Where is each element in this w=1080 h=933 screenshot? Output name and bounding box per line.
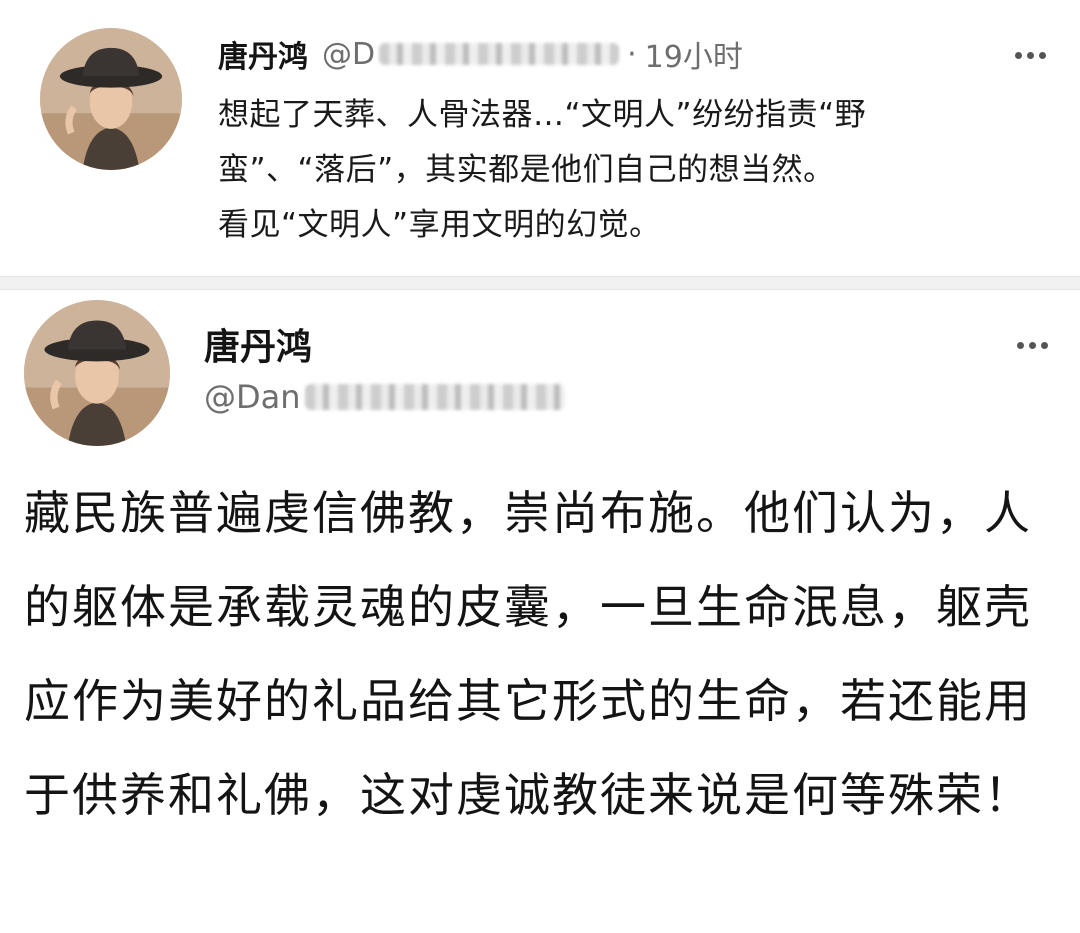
avatar-photo: [40, 28, 182, 170]
author-avatar[interactable]: [24, 300, 170, 446]
author-name[interactable]: 唐丹鸿: [204, 318, 312, 370]
author-avatar[interactable]: [40, 28, 182, 170]
author-handle[interactable]: @D: [322, 36, 620, 72]
avatar-photo: [24, 300, 170, 446]
handle-text: @Dan: [204, 378, 301, 416]
post-card-main[interactable]: 唐丹鸿 @Dan 藏民族普遍虔信佛教，崇尚布施。他们认为，人的躯体是承载灵魂的皮…: [0, 290, 1080, 933]
post-card-quoted[interactable]: 唐丹鸿 @D · 19小时 想起了天葬、人骨法器…“文明人”纷纷指责“野 蛮”、…: [0, 0, 1080, 276]
post-body: 藏民族普遍虔信佛教，崇尚布施。他们认为，人的躯体是承载灵魂的皮囊，一旦生命泯息，…: [24, 486, 1032, 822]
more-options-icon[interactable]: [1017, 342, 1048, 349]
post-header: 唐丹鸿 @D · 19小时: [218, 28, 743, 80]
author-handle[interactable]: @Dan: [204, 378, 565, 416]
post-text-line: 看见“文明人”享用文明的幻觉。: [218, 207, 661, 243]
handle-redaction: [379, 43, 620, 65]
post-text-line: 想起了天葬、人骨法器…“文明人”纷纷指责“野: [218, 97, 867, 133]
post-divider: [0, 276, 1080, 290]
post-text-line: 蛮”、“落后”，其实都是他们自己的想当然。: [218, 152, 835, 188]
post-text: 想起了天葬、人骨法器…“文明人”纷纷指责“野 蛮”、“落后”，其实都是他们自己的…: [218, 88, 1008, 253]
more-options-icon[interactable]: [1015, 52, 1046, 59]
separator-dot: ·: [627, 36, 637, 72]
post-timestamp[interactable]: 19小时: [645, 32, 743, 76]
handle-redaction: [304, 384, 565, 410]
handle-text: @D: [322, 36, 376, 72]
author-name[interactable]: 唐丹鸿: [218, 32, 308, 76]
